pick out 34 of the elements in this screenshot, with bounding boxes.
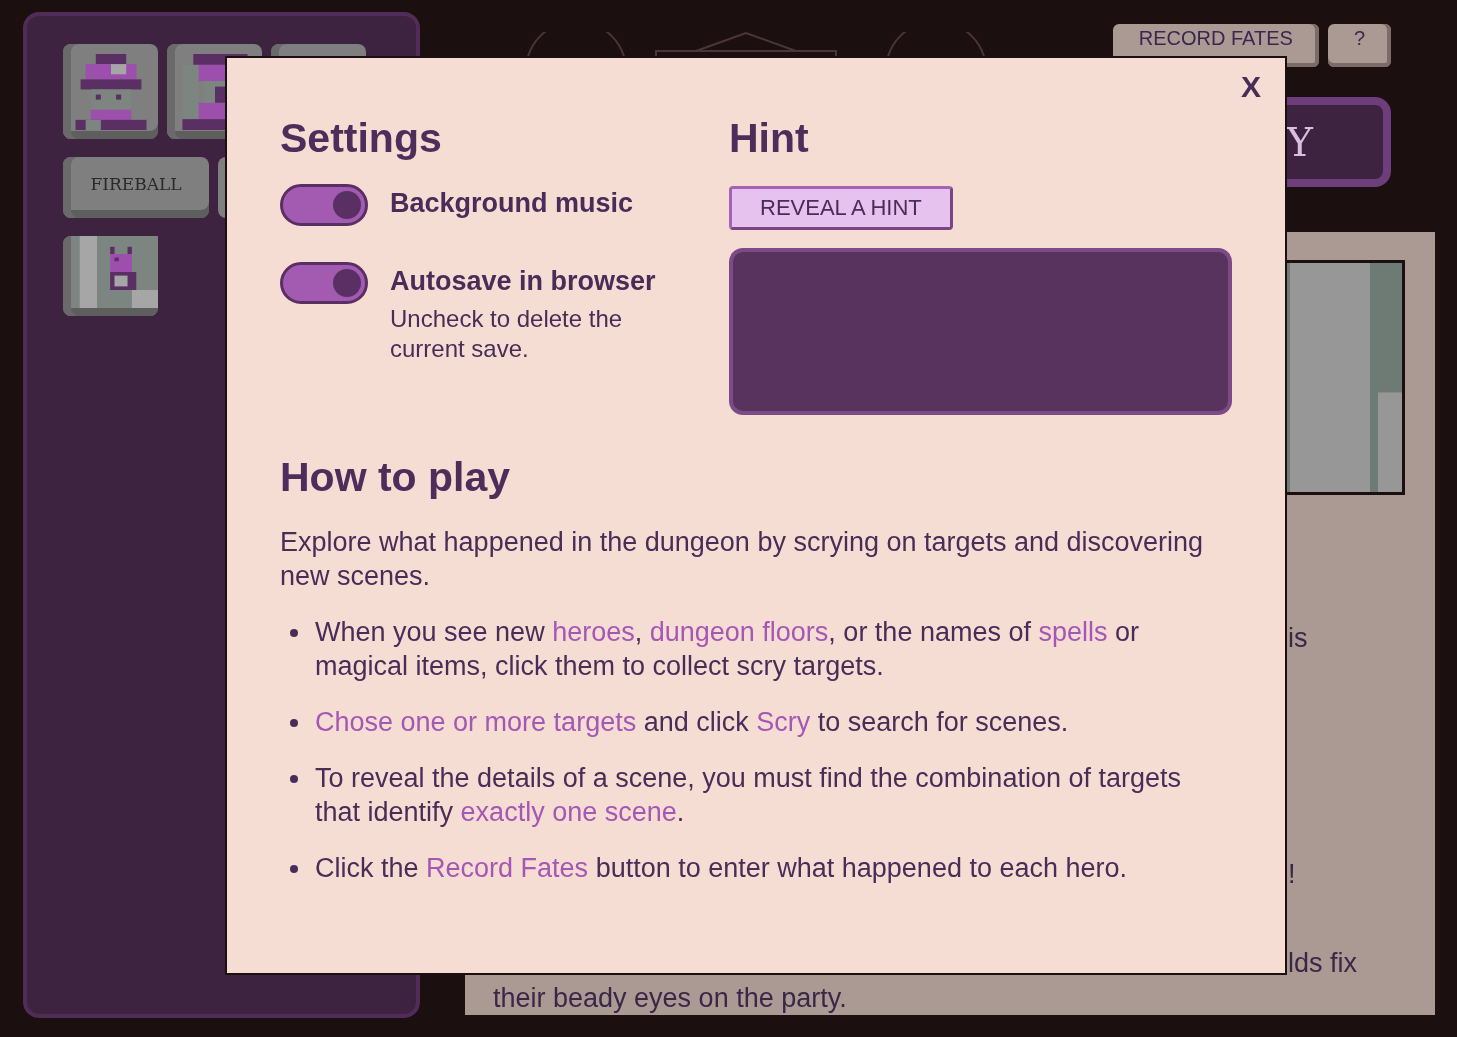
instruction-text: When you see new heroes, dungeon floors, or the names of spells or magical items, click them to collect scry targets.: [315, 616, 1140, 683]
bullet-icon: [290, 719, 298, 727]
top-button[interactable]: ?: [1327, 24, 1391, 67]
toggle-switch[interactable]: [280, 184, 368, 226]
intro-paragraph: Explore what happened in the dungeon by scrying on targets and discovering new scenes.: [280, 526, 1205, 593]
keyword-link[interactable]: exactly one scene: [460, 797, 677, 827]
hint-heading: Hint: [729, 114, 809, 163]
keyword-link[interactable]: heroes: [552, 617, 635, 647]
spell-button[interactable]: FIREBALL: [63, 157, 209, 218]
settings-heading: Settings: [280, 114, 443, 163]
keyword-link[interactable]: spells: [1038, 617, 1108, 647]
keyword-link[interactable]: Chose one or more targets: [315, 707, 637, 737]
bullet-icon: [290, 629, 298, 637]
scene-tile[interactable]: [63, 236, 158, 316]
story-text: lds fix: [1288, 947, 1358, 980]
story-text: is: [1288, 622, 1308, 655]
story-text: their beady eyes on the party.: [493, 982, 847, 1015]
reveal-hint-button[interactable]: REVEAL A HINT: [729, 186, 953, 230]
toggle-label: Background music: [390, 187, 634, 220]
bullet-icon: [290, 775, 298, 783]
hero-tile[interactable]: [63, 44, 158, 139]
toggle-switch[interactable]: [280, 262, 368, 304]
keyword-link[interactable]: dungeon floors: [649, 617, 829, 647]
instruction-text: Click the Record Fates button to enter what happened to each hero.: [315, 852, 1129, 885]
instruction-text: Chose one or more targets and click Scry to search for scenes.: [315, 706, 1070, 739]
pixel-figure-icon: [71, 236, 158, 308]
instruction-text: To reveal the details of a scene, you must find the combination of targets that identify exactly one scene.: [315, 762, 1182, 829]
toggle-label: Autosave in browser: [390, 265, 657, 298]
toggle-note: Uncheck to delete the current save.: [390, 304, 624, 364]
story-text: !: [1288, 858, 1296, 891]
how-to-play-heading: How to play: [280, 453, 512, 502]
keyword-link[interactable]: Record Fates: [426, 853, 589, 883]
bullet-icon: [290, 865, 298, 873]
keyword-link[interactable]: Scry: [756, 707, 811, 737]
